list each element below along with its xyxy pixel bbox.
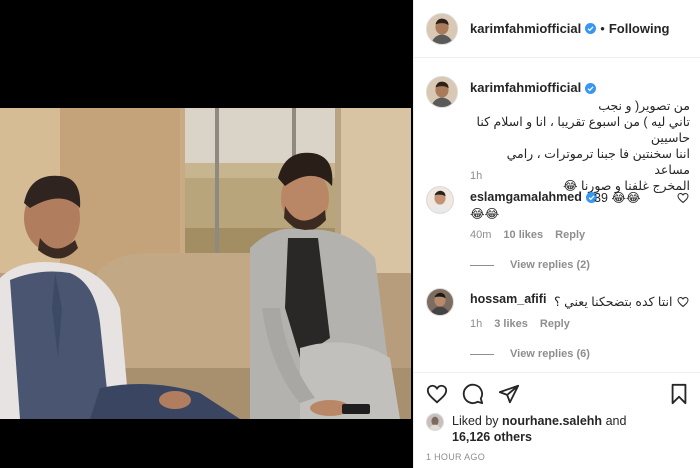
commenter-username-text[interactable]: eslamgamalahmed	[470, 190, 582, 204]
comment-item: hossam_afifi انتا كده بتضحكنا يعني ؟ 1h …	[426, 288, 691, 368]
comment-likes-count[interactable]: 10 likes	[503, 229, 543, 241]
caption-line: اننا سخنتين فا جبنا ترموترات ، رامي مساع…	[506, 147, 690, 177]
verified-badge-icon	[585, 23, 597, 34]
view-replies-label[interactable]: View replies (2)	[510, 259, 590, 271]
view-replies-button[interactable]: View replies (6)	[470, 348, 590, 360]
liked-by-and: and	[605, 414, 627, 428]
comment-like-heart-icon[interactable]	[677, 192, 689, 204]
reply-button[interactable]: Reply	[555, 229, 585, 241]
author-username[interactable]: karimfahmiofficial	[470, 21, 581, 36]
post-timestamp[interactable]: 1 HOUR AGO	[426, 452, 485, 462]
bookmark-icon[interactable]	[668, 383, 690, 405]
comment-bubble-icon[interactable]	[462, 383, 484, 405]
liked-by-line: Liked by nourhane.salehh and	[452, 414, 626, 428]
view-replies-line	[470, 353, 494, 355]
comment-text: 39 😂😂	[594, 191, 641, 205]
following-button[interactable]: Following	[609, 21, 670, 36]
post-photo-illustration	[0, 108, 411, 419]
commenter-username[interactable]: hossam_afifi	[470, 292, 546, 306]
reply-button[interactable]: Reply	[540, 318, 570, 330]
caption-text: من تصوير( و نجب تاني ليه ) من اسبوع تقري…	[470, 98, 690, 194]
comment-item: eslamgamalahmed 39 😂😂 😂😂 40m 10 likes Re…	[426, 186, 691, 276]
post-sidebar: karimfahmiofficial • Following karimfahm…	[413, 0, 700, 468]
comment-like-heart-icon[interactable]	[677, 296, 689, 308]
author-avatar[interactable]	[426, 12, 458, 45]
post-actions-bar	[414, 372, 700, 412]
liked-by-prefix: Liked by	[452, 414, 499, 428]
comment-time[interactable]: 40m	[470, 229, 491, 241]
commenter-avatar[interactable]	[426, 186, 454, 214]
likes-others-count[interactable]: 16,126 others	[452, 430, 532, 444]
comment-meta: 1h 3 likes Reply	[470, 318, 570, 330]
heart-icon[interactable]	[426, 383, 448, 405]
liked-by-user[interactable]: nourhane.salehh	[502, 414, 602, 428]
verified-badge-icon	[585, 83, 597, 95]
paper-plane-icon[interactable]	[498, 383, 520, 405]
comment-text-continued: 😂😂	[470, 207, 500, 221]
view-replies-line	[470, 264, 494, 266]
caption-author-avatar[interactable]	[426, 76, 458, 108]
caption-username-text[interactable]: karimfahmiofficial	[470, 80, 581, 95]
caption-time[interactable]: 1h	[470, 170, 482, 182]
comment-text: انتا كده بتضحكنا يعني ؟	[554, 295, 673, 309]
view-replies-label[interactable]: View replies (6)	[510, 348, 590, 360]
separator-dot: •	[600, 21, 605, 36]
view-replies-button[interactable]: View replies (2)	[470, 259, 590, 271]
post-media-pane	[0, 0, 413, 468]
likes-summary: Liked by nourhane.salehh and 16,126 othe…	[426, 412, 696, 446]
comments-section[interactable]: karimfahmiofficial من تصوير( و نجب تاني …	[414, 58, 700, 372]
commenter-avatar[interactable]	[426, 288, 454, 316]
caption-username[interactable]: karimfahmiofficial	[470, 80, 597, 95]
liker-avatar[interactable]	[426, 413, 444, 431]
comment-meta: 40m 10 likes Reply	[470, 229, 585, 241]
caption-line: تاني ليه ) من اسبوع تقريبا ، انا و اسلام…	[476, 115, 690, 145]
commenter-username[interactable]: eslamgamalahmed	[470, 190, 597, 204]
comment-time[interactable]: 1h	[470, 318, 482, 330]
post-header: karimfahmiofficial • Following	[414, 0, 700, 58]
caption-line: من تصوير( و نجب	[598, 99, 690, 113]
comment-likes-count[interactable]: 3 likes	[494, 318, 528, 330]
post-photo[interactable]	[0, 108, 411, 419]
